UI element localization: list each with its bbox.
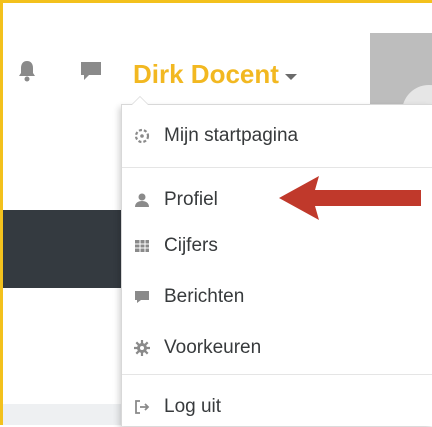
user-menu-toggle[interactable]: Dirk Docent: [133, 54, 297, 94]
menu-divider: [122, 167, 432, 168]
gear-icon: [134, 340, 150, 356]
menu-item-label: Voorkeuren: [164, 337, 262, 358]
chat-icon[interactable]: [78, 58, 104, 84]
logout-icon: [134, 399, 150, 415]
user-icon: [134, 192, 150, 208]
menu-item-dashboard[interactable]: Mijn startpagina: [122, 116, 432, 156]
chat-icon: [134, 289, 150, 305]
menu-item-label: Berichten: [164, 286, 245, 307]
annotation-arrow: [275, 172, 425, 229]
menu-item-label: Log uit: [164, 396, 222, 417]
bell-icon[interactable]: [14, 58, 40, 84]
menu-item-label: Profiel: [164, 189, 218, 210]
grades-table-icon: [134, 238, 150, 254]
user-name: Dirk Docent: [133, 58, 279, 89]
menu-item-preferences[interactable]: Voorkeuren: [122, 328, 432, 368]
dashboard-icon: [134, 128, 150, 144]
menu-item-grades[interactable]: Cijfers: [122, 226, 432, 266]
menu-item-label: Cijfers: [164, 235, 218, 256]
user-dropdown-menu: Mijn startpagina Profiel Cijfers Bericht…: [121, 96, 432, 427]
menu-item-logout[interactable]: Log uit: [122, 387, 432, 427]
menu-divider: [122, 374, 432, 375]
chevron-down-icon: [284, 74, 297, 80]
menu-item-messages[interactable]: Berichten: [122, 277, 432, 317]
menu-item-label: Mijn startpagina: [164, 125, 299, 146]
